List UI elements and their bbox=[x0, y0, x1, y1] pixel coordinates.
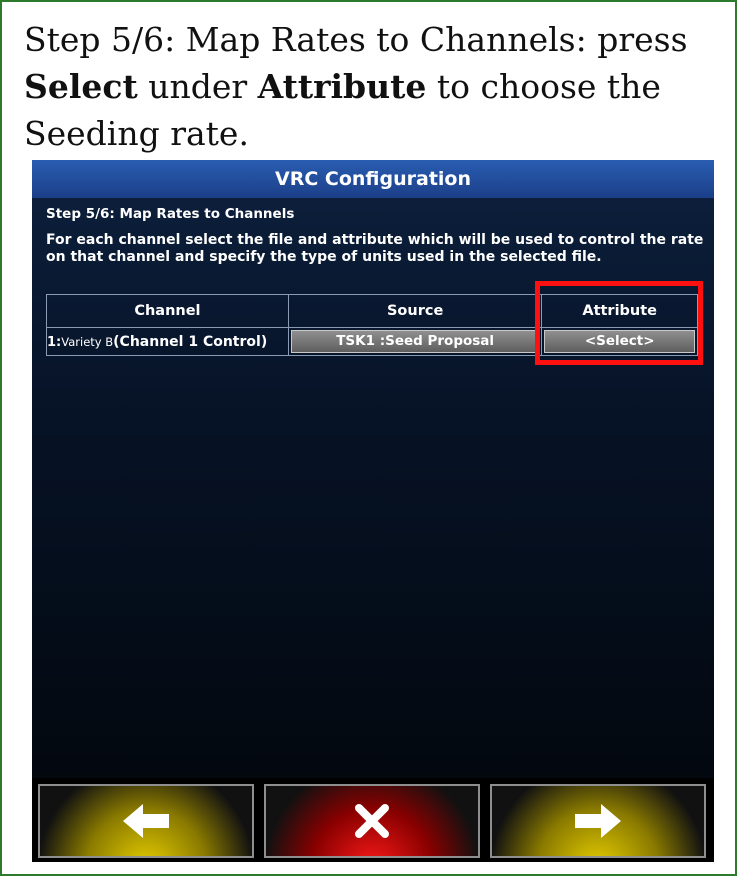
step-title: Step 5/6: Map Rates to Channels bbox=[46, 206, 295, 222]
header-channel: Channel bbox=[46, 294, 289, 328]
instruction-caption: Step 5/6: Map Rates to Channels: press S… bbox=[24, 16, 714, 157]
caption-select-bold: Select bbox=[24, 67, 138, 106]
step-description: For each channel select the file and att… bbox=[46, 232, 704, 265]
caption-attribute-bold: Attribute bbox=[257, 67, 427, 106]
right-arrow-icon bbox=[575, 804, 621, 838]
channel-name: Variety B bbox=[61, 334, 114, 349]
back-button[interactable] bbox=[38, 784, 254, 858]
cancel-button[interactable] bbox=[264, 784, 480, 858]
vrc-screen: VRC Configuration Step 5/6: Map Rates to… bbox=[32, 160, 714, 862]
left-arrow-icon bbox=[123, 804, 169, 838]
window-title: VRC Configuration bbox=[32, 160, 714, 198]
caption-prefix: Step 5/6: Map Rates to Channels: press bbox=[24, 20, 688, 59]
source-select-button[interactable]: TSK1 :Seed Proposal bbox=[290, 330, 540, 353]
attribute-highlight-box bbox=[535, 281, 703, 365]
channel-control: (Channel 1 Control) bbox=[113, 333, 268, 350]
next-button[interactable] bbox=[490, 784, 706, 858]
header-source: Source bbox=[287, 294, 543, 328]
caption-middle: under bbox=[137, 67, 258, 106]
source-cell: TSK1 :Seed Proposal bbox=[287, 327, 543, 356]
channel-cell: 1:Variety B(Channel 1 Control) bbox=[46, 327, 289, 356]
channel-number: 1: bbox=[47, 334, 62, 350]
x-icon bbox=[355, 804, 389, 838]
navigation-bar bbox=[32, 778, 714, 862]
